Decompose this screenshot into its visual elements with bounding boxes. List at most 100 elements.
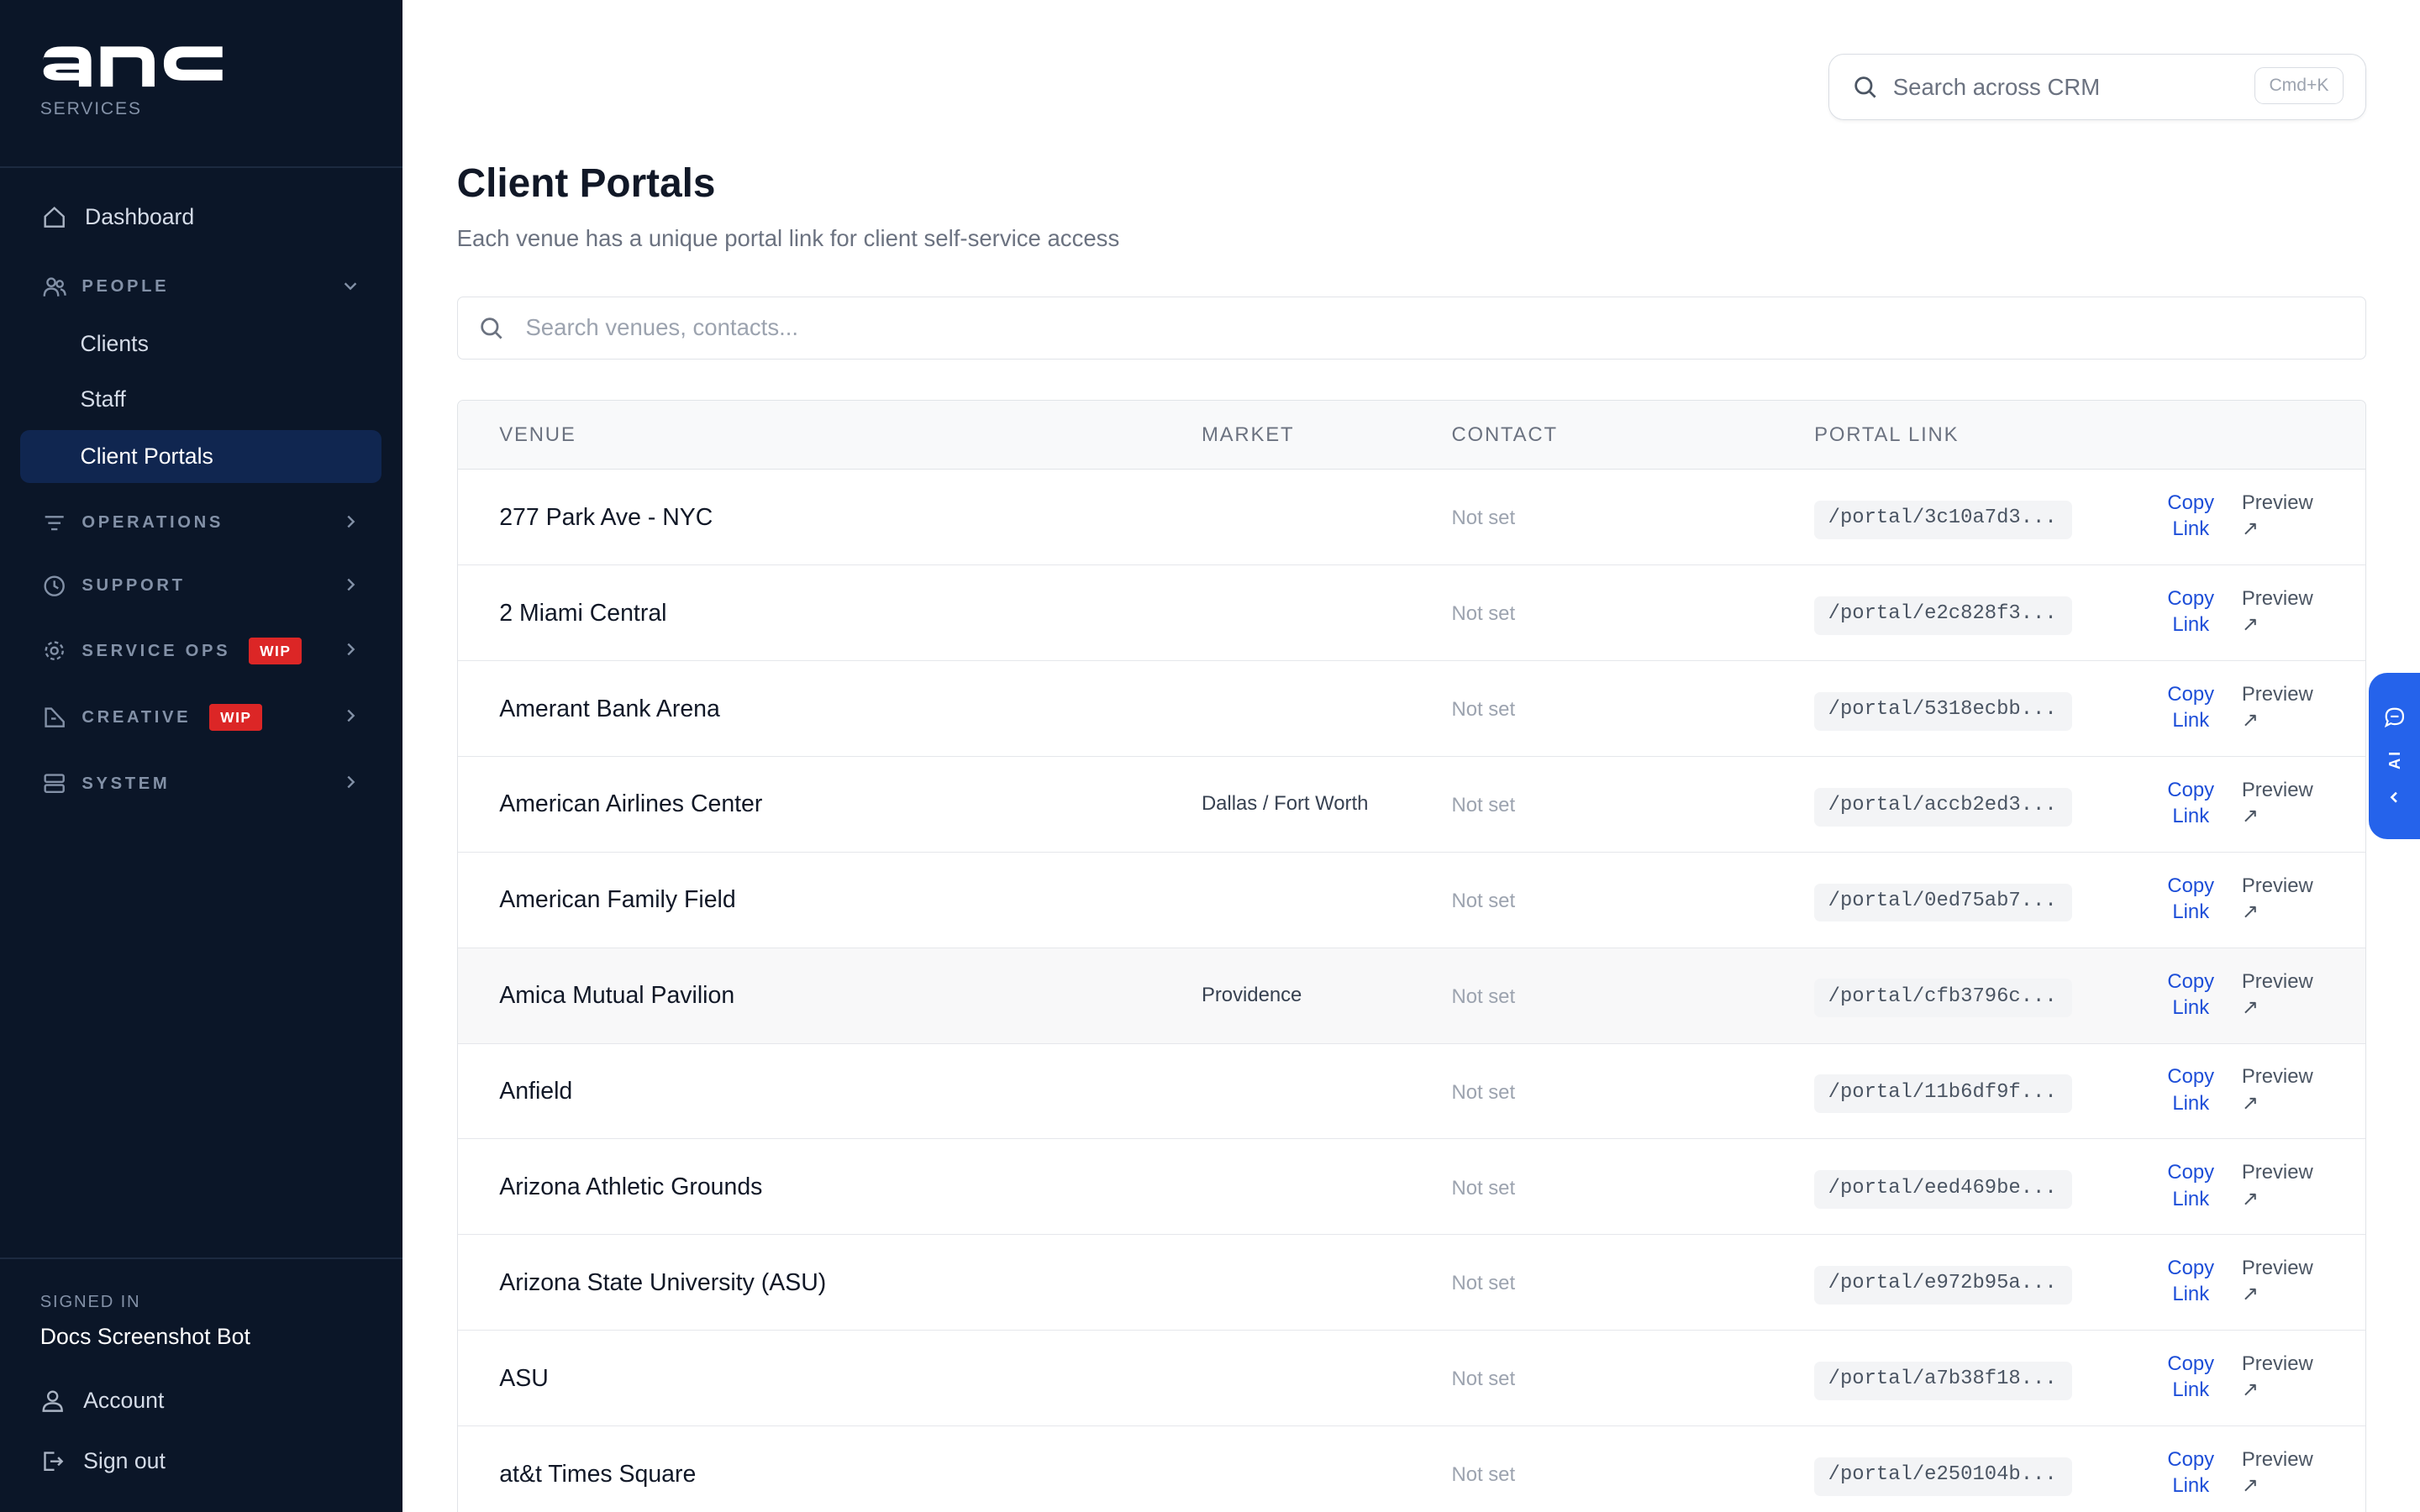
chevron-down-icon: [341, 276, 360, 295]
external-link-icon: ↗: [2241, 709, 2259, 732]
table-row[interactable]: ASU Not set/portal/a7b38f18... Copy Link Pre…: [457, 1331, 2365, 1427]
preview-button[interactable]: Preview ↗: [2242, 1255, 2313, 1307]
contact-cell: Not set: [1451, 507, 1516, 530]
link-label: Link: [2172, 709, 2210, 732]
sidebar-item-clients[interactable]: Clients: [20, 318, 381, 370]
section-label: SERVICE OPS: [82, 641, 231, 660]
copy-link-button[interactable]: Copy Link: [2155, 681, 2226, 733]
sidebar-section-service-ops[interactable]: SERVICE OPS WIP: [20, 628, 381, 675]
preview-button[interactable]: Preview ↗: [2242, 873, 2313, 925]
sidebar-item-dashboard[interactable]: Dashboard: [20, 192, 381, 244]
preview-label: Preview: [2241, 682, 2313, 706]
ai-assistant-tab[interactable]: AI: [2369, 672, 2420, 840]
portal-link: /portal/accb2ed3...: [1814, 787, 2072, 827]
copy-link-button[interactable]: Copy Link: [2155, 777, 2226, 829]
sidebar-section-creative[interactable]: CREATIVE WIP: [20, 695, 381, 741]
chevron-right-icon: [341, 512, 360, 531]
link-label: Link: [2172, 1378, 2210, 1402]
contact-cell: Not set: [1451, 1080, 1516, 1104]
preview-button[interactable]: Preview ↗: [2242, 490, 2313, 542]
preview-button[interactable]: Preview ↗: [2242, 681, 2313, 733]
preview-button[interactable]: Preview ↗: [2242, 777, 2313, 829]
sign-out-link[interactable]: Sign out: [20, 1438, 381, 1484]
table-row[interactable]: 277 Park Ave - NYC Not set/portal/3c10a7d…: [457, 470, 2365, 566]
table-row[interactable]: 2 Miami Central Not set/portal/e2c828f3..…: [457, 565, 2365, 662]
service-ops-icon: [42, 638, 66, 663]
venue-name: 2 Miami Central: [499, 599, 667, 627]
venue-name: Amica Mutual Pavilion: [499, 982, 735, 1010]
contact-cell: Not set: [1451, 1272, 1516, 1295]
external-link-icon: ↗: [2241, 1474, 2259, 1498]
copy-link-button[interactable]: Copy Link: [2155, 873, 2226, 925]
venue-search-input[interactable]: Search venues, contacts...: [456, 296, 2366, 360]
copy-link-button[interactable]: Copy Link: [2155, 1159, 2226, 1211]
chevron-right-icon: [341, 575, 360, 594]
market-cell: Dallas / Fort Worth: [1201, 792, 1369, 816]
table-row[interactable]: Amerant Bank Arena Not set/portal/5318ecb…: [457, 661, 2365, 757]
brand[interactable]: anc SERVICES: [40, 40, 225, 119]
chevron-right-icon: [341, 706, 360, 725]
portal-link: /portal/cfb3796c...: [1814, 979, 2072, 1018]
sidebar-item-staff[interactable]: Staff: [20, 373, 381, 425]
preview-button[interactable]: Preview ↗: [2242, 1351, 2313, 1403]
sidebar-section-operations[interactable]: OPERATIONS: [20, 500, 381, 546]
table-row[interactable]: Arizona Athletic Grounds Not set/portal/e…: [457, 1139, 2365, 1236]
copy-link-button[interactable]: Copy Link: [2155, 1351, 2226, 1403]
preview-button[interactable]: Preview ↗: [2242, 969, 2313, 1021]
signed-in-user: Docs Screenshot Bot: [39, 1323, 250, 1349]
copy-link-button[interactable]: Copy Link: [2155, 969, 2226, 1021]
people-icon: [42, 275, 66, 299]
sidebar-item-label: Staff: [80, 386, 126, 412]
sidebar-item-client-portals[interactable]: Client Portals: [19, 430, 381, 483]
contact-cell: Not set: [1451, 602, 1516, 626]
link-label: Link: [2172, 1283, 2210, 1306]
anc-logo: anc: [43, 46, 223, 87]
sidebar-section-people[interactable]: PEOPLE: [20, 264, 381, 310]
contact-cell: Not set: [1451, 1176, 1516, 1200]
contact-cell: Not set: [1451, 889, 1516, 912]
column-header-portal-link[interactable]: PORTAL LINK: [1814, 423, 1959, 447]
copy-link-button[interactable]: Copy Link: [2155, 1255, 2226, 1307]
external-link-icon: ↗: [2241, 613, 2259, 637]
wip-badge: WIP: [249, 638, 302, 665]
table-row[interactable]: Arizona State University (ASU) Not set/po…: [457, 1235, 2365, 1331]
section-label: SUPPORT: [82, 576, 186, 596]
contact-cell: Not set: [1451, 698, 1516, 722]
account-link[interactable]: Account: [20, 1378, 381, 1424]
portal-link: /portal/e972b95a...: [1814, 1266, 2072, 1305]
copy-link-button[interactable]: Copy Link: [2155, 1063, 2226, 1116]
operations-icon: [42, 511, 66, 535]
table-row[interactable]: Amica Mutual Pavilion Providence Not set/p…: [457, 948, 2365, 1044]
contact-cell: Not set: [1451, 984, 1516, 1008]
contact-cell: Not set: [1451, 1463, 1516, 1487]
column-header-market[interactable]: MARKET: [1202, 423, 1294, 447]
external-link-icon: ↗: [2241, 900, 2259, 923]
column-header-contact[interactable]: CONTACT: [1451, 423, 1557, 447]
preview-button[interactable]: Preview ↗: [2242, 1446, 2313, 1499]
copy-link-button[interactable]: Copy Link: [2155, 490, 2226, 542]
section-label: PEOPLE: [82, 277, 170, 297]
contact-cell: Not set: [1451, 794, 1516, 817]
table-row[interactable]: American Family Field Not set/portal/0ed7…: [457, 853, 2365, 948]
column-header-venue[interactable]: VENUE: [499, 423, 576, 447]
preview-label: Preview: [2241, 491, 2313, 515]
ai-tab-label: AI: [2385, 748, 2403, 769]
table-row[interactable]: Anfield Not set/portal/11b6df9f... Copy Lin…: [457, 1044, 2365, 1140]
portal-link: /portal/3c10a7d3...: [1814, 501, 2072, 539]
portals-table: VENUE MARKET CONTACT PORTAL LINK 277 Par…: [456, 399, 2366, 1512]
table-row[interactable]: American Airlines Center Dallas / Fort Wo…: [457, 757, 2365, 853]
sidebar-divider: [0, 1257, 403, 1259]
copy-label: Copy: [2167, 1352, 2215, 1376]
preview-button[interactable]: Preview ↗: [2242, 1159, 2313, 1211]
portal-link: /portal/e250104b...: [1814, 1457, 2072, 1496]
creative-icon: [42, 705, 66, 729]
external-link-icon: ↗: [2241, 805, 2259, 828]
copy-link-button[interactable]: Copy Link: [2155, 1446, 2226, 1499]
preview-button[interactable]: Preview ↗: [2242, 585, 2313, 638]
copy-link-button[interactable]: Copy Link: [2155, 585, 2226, 638]
table-row[interactable]: at&t Times Square Not set/portal/e250104b…: [458, 1426, 2365, 1512]
preview-button[interactable]: Preview ↗: [2242, 1063, 2313, 1116]
sidebar-section-support[interactable]: SUPPORT: [20, 563, 381, 609]
global-search-input[interactable]: Search across CRM Cmd+K: [1828, 54, 2366, 121]
sidebar-section-system[interactable]: SYSTEM: [20, 760, 381, 806]
